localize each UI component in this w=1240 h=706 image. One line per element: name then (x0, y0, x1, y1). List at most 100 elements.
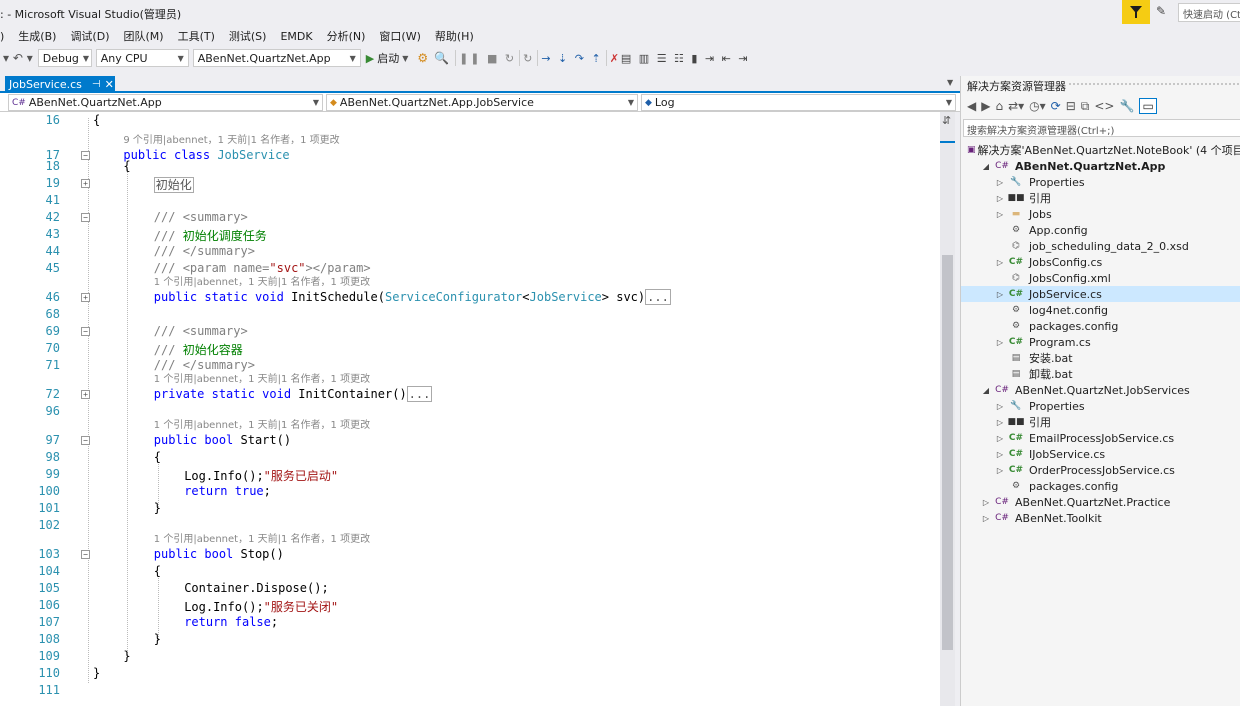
code-line[interactable]: 46 + public static void InitSchedule(Servi… (0, 289, 940, 307)
tree-item[interactable]: ◢ C# ABenNet.QuartzNet.JobServices (961, 382, 1240, 398)
menu-item-debug[interactable]: 调试(D) (63, 28, 116, 44)
code-line[interactable]: 103 − public bool Stop() (0, 547, 940, 564)
collapsed-body[interactable]: ... (645, 289, 671, 305)
menu-item-help[interactable]: 帮助(H) (428, 28, 481, 44)
menu-item-build[interactable]: 生成(B) (11, 28, 63, 44)
tree-item[interactable]: ▷ C# IJobService.cs (961, 446, 1240, 462)
pending-changes-filter-icon[interactable]: ◷▾ (1029, 99, 1046, 113)
code-line[interactable]: 108} (0, 632, 940, 649)
step-controls-icon[interactable]: → ⇣ ↷ ⇡ (541, 52, 602, 65)
code-line[interactable]: 71/// </summary> (0, 358, 940, 375)
pin-icon[interactable]: ⊣ (92, 79, 101, 90)
collapsed-arrow-icon[interactable]: ▷ (995, 418, 1005, 427)
tab-overflow-dropdown-icon[interactable]: ▼ (947, 78, 953, 87)
expanded-arrow-icon[interactable]: ◢ (981, 386, 991, 395)
back-icon[interactable]: ◀ (967, 99, 976, 113)
tree-item[interactable]: ⚙ log4net.config (961, 302, 1240, 318)
tree-item[interactable]: ▷ C# ABenNet.QuartzNet.Practice (961, 494, 1240, 510)
tree-item[interactable]: ▷ C# JobService.cs (961, 286, 1240, 302)
collapsed-arrow-icon[interactable]: ▷ (995, 466, 1005, 475)
hot-reload-icon[interactable]: ✗ (610, 52, 621, 65)
tree-item[interactable]: ⚙ packages.config (961, 318, 1240, 334)
tree-item[interactable]: ▣ 解决方案'ABenNet.QuartzNet.NoteBook' (4 个项目… (961, 142, 1240, 158)
code-line[interactable]: 111 (0, 683, 940, 700)
code-line[interactable]: 104 { (0, 564, 940, 581)
code-line[interactable]: 41 (0, 193, 940, 210)
forward-icon[interactable]: ▶ (981, 99, 990, 113)
code-line[interactable]: 42 − /// <summary> (0, 210, 940, 227)
scrollbar-thumb[interactable] (942, 255, 953, 650)
tree-item[interactable]: ⌬ job_scheduling_data_2_0.xsd (961, 238, 1240, 254)
bookmark-tools-icon[interactable]: ▤ ▥ ☰ ☷ ▮ ⇥ ⇤ ⇥ (621, 52, 750, 65)
menu-item-emdk[interactable]: EMDK (273, 30, 319, 43)
split-window-icon[interactable]: ⇵ (942, 114, 951, 127)
tab-jobservice-cs[interactable]: JobService.cs ⊣ ✕ (5, 76, 115, 93)
menu-item-file-partial[interactable]: ) (0, 30, 11, 43)
tree-item[interactable]: ▷ C# EmailProcessJobService.cs (961, 430, 1240, 446)
code-line[interactable]: 105 Container.Dispose(); (0, 581, 940, 598)
code-line[interactable]: 99 Log.Info();"服务已启动" (0, 467, 940, 484)
code-line[interactable]: 107 return false; (0, 615, 940, 632)
solution-configuration-select[interactable]: Debug ▼ (37, 49, 92, 67)
collapsed-arrow-icon[interactable]: ▷ (995, 290, 1005, 299)
code-line[interactable]: 100 return true; (0, 484, 940, 501)
tree-item[interactable]: ▤ 安装.bat (961, 350, 1240, 366)
menu-item-window[interactable]: 窗口(W) (372, 28, 427, 44)
close-icon[interactable]: ✕ (105, 78, 114, 91)
debug-controls-icon[interactable]: ❚❚ ■ ↻ (459, 52, 516, 65)
start-debugging-button[interactable]: ▶ 启动 ▼ (366, 50, 412, 66)
solution-platform-select[interactable]: Any CPU ▼ (95, 49, 189, 67)
collapse-all-icon[interactable]: ⊟ (1066, 99, 1076, 113)
code-line[interactable]: 98 { (0, 450, 940, 467)
collapse-region-icon[interactable]: − (81, 213, 90, 222)
collapsed-arrow-icon[interactable]: ▷ (995, 258, 1005, 267)
collapsed-arrow-icon[interactable]: ▷ (995, 338, 1005, 347)
tree-item[interactable]: ▷ ■■ 引用 (961, 190, 1240, 206)
tree-item[interactable]: ⚙ packages.config (961, 478, 1240, 494)
expanded-arrow-icon[interactable]: ◢ (981, 162, 991, 171)
tree-item[interactable]: ▷ C# Program.cs (961, 334, 1240, 350)
collapsed-arrow-icon[interactable]: ▷ (995, 450, 1005, 459)
code-line[interactable]: 97 − public bool Start() (0, 433, 940, 450)
editor-vertical-scrollbar[interactable]: ⇵ (940, 112, 955, 706)
collapsed-region[interactable]: 初始化 (153, 177, 194, 193)
browser-link-icon[interactable]: ⚙ (414, 51, 431, 65)
find-icon[interactable]: 🔍 (431, 51, 452, 65)
tree-item[interactable]: ▤ 卸载.bat (961, 366, 1240, 382)
quick-launch-input[interactable]: 快速启动 (Ct (1178, 3, 1240, 22)
code-line[interactable]: 43 /// 初始化调度任务 (0, 227, 940, 244)
code-line[interactable]: 109} (0, 649, 940, 666)
panel-grip[interactable] (1069, 83, 1239, 85)
restart-icon[interactable]: ↻ (523, 52, 534, 65)
tree-item[interactable]: ▷ 🔧 Properties (961, 398, 1240, 414)
code-line[interactable]: 96 (0, 404, 940, 421)
collapsed-body[interactable]: ... (406, 386, 433, 402)
code-line[interactable]: 18 { (0, 159, 940, 176)
tree-item[interactable]: ▷ 🔧 Properties (961, 174, 1240, 190)
show-all-files-icon[interactable]: ⧉ (1081, 99, 1090, 114)
code-line[interactable]: 16 { (0, 113, 940, 130)
code-line[interactable]: 69 − /// <summary> (0, 324, 940, 341)
collapsed-arrow-icon[interactable]: ▷ (981, 498, 991, 507)
code-line[interactable]: 106 Log.Info();"服务已关闭" (0, 598, 940, 615)
tree-item[interactable]: ▷ C# OrderProcessJobService.cs (961, 462, 1240, 478)
codelens-info[interactable]: 1 个引用|abennet，1 天前|1 名作者，1 项更改 (154, 370, 370, 387)
startup-project-select[interactable]: ABenNet.QuartzNet.App ▼ (192, 49, 361, 67)
codelens-info[interactable]: 1 个引用|abennet，1 天前|1 名作者，1 项更改 (154, 273, 370, 290)
expand-region-icon[interactable]: + (81, 179, 90, 188)
expand-region-icon[interactable]: + (81, 390, 90, 399)
properties-icon[interactable]: 🔧 (1119, 99, 1134, 113)
codelens-info[interactable]: 9 个引用|abennet，1 天前|1 名作者，1 项更改 (123, 131, 339, 148)
tree-item[interactable]: ▷ C# JobsConfig.cs (961, 254, 1240, 270)
tree-item[interactable]: ▷ ▬ Jobs (961, 206, 1240, 222)
collapsed-arrow-icon[interactable]: ▷ (981, 514, 991, 523)
tree-item[interactable]: ⚙ App.config (961, 222, 1240, 238)
collapsed-arrow-icon[interactable]: ▷ (995, 178, 1005, 187)
collapse-region-icon[interactable]: − (81, 436, 90, 445)
project-nav-select[interactable]: C# ABenNet.QuartzNet.App ▼ (8, 94, 323, 111)
code-line[interactable]: 19 + 初始化 (0, 176, 940, 193)
tree-item[interactable]: ⌬ JobsConfig.xml (961, 270, 1240, 286)
code-line[interactable]: 45/// <param name="svc"></param> (0, 261, 940, 278)
collapsed-arrow-icon[interactable]: ▷ (995, 194, 1005, 203)
collapsed-arrow-icon[interactable]: ▷ (995, 402, 1005, 411)
